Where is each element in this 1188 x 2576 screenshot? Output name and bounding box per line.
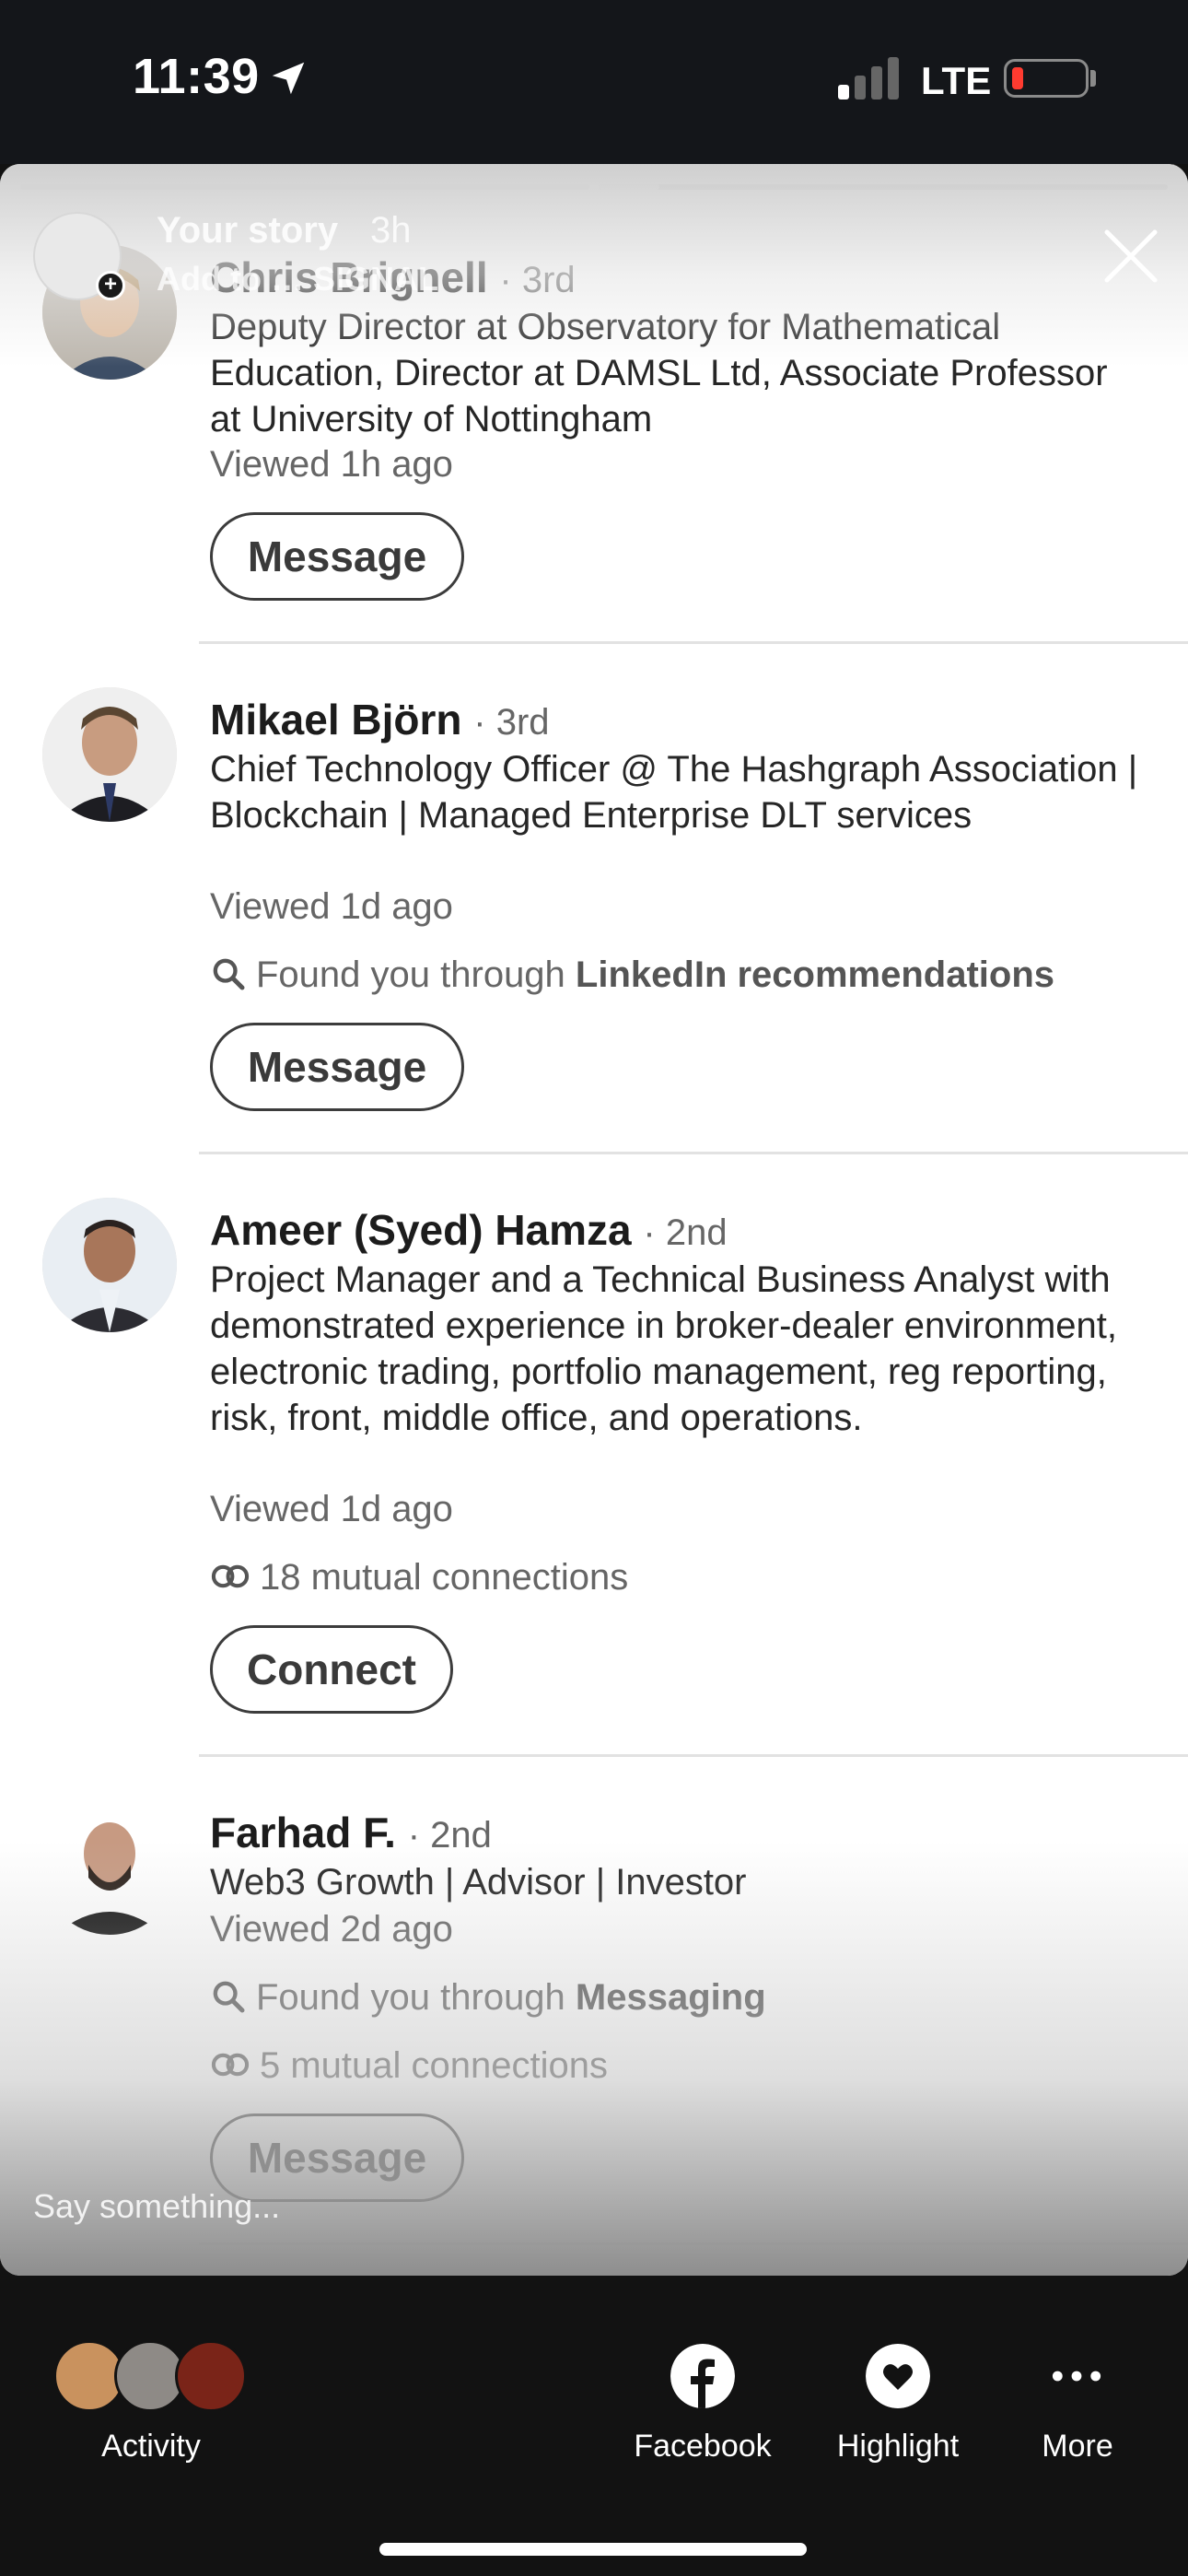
say-something-input[interactable]: Say something... (33, 2187, 280, 2226)
viewer-headline: Project Manager and a Technical Business… (210, 1259, 1117, 1438)
mutual-connections: 5 mutual connections (210, 2045, 608, 2087)
mutual-count: 18 mutual connections (260, 1557, 629, 1598)
mutual-connections-icon (211, 1564, 250, 1588)
story-subtitle[interactable]: Add to … SIGNAL (157, 260, 438, 299)
bottom-action-bar (0, 2276, 1188, 2576)
viewer-name-line: Ameer (Syed) Hamza · 2nd (210, 1205, 728, 1255)
mutual-count: 5 mutual connections (260, 2045, 609, 2086)
avatar[interactable] (42, 1800, 177, 1935)
story-progress (20, 184, 1168, 190)
viewer-name-line: Mikael Björn · 3rd (210, 695, 550, 744)
heart-icon[interactable] (866, 2344, 930, 2408)
avatar[interactable] (42, 1198, 177, 1332)
story-viewers-card: + Your story 3h Add to … SIGNAL Chris Br… (0, 164, 1188, 2276)
viewer-name[interactable]: Ameer (Syed) Hamza (210, 1206, 632, 1254)
found-source: LinkedIn recommendations (575, 954, 1055, 995)
mutual-connections-icon (211, 2053, 250, 2077)
message-button[interactable]: Message (210, 512, 464, 601)
viewer-headline: Deputy Director at Observatory for Mathe… (210, 307, 1108, 439)
viewed-time: Viewed 1d ago (210, 886, 453, 927)
add-story-icon[interactable]: + (96, 271, 125, 300)
avatar[interactable] (42, 687, 177, 822)
connect-button[interactable]: Connect (210, 1625, 453, 1714)
battery-nub (1090, 70, 1096, 87)
location-arrow-icon (272, 62, 305, 95)
close-icon[interactable] (1101, 227, 1160, 286)
connection-degree: · 2nd (643, 1212, 728, 1253)
more-label[interactable]: More (1022, 2429, 1133, 2465)
signal-icon (838, 57, 899, 100)
network-type: LTE (921, 59, 992, 102)
viewer-name[interactable]: Mikael Björn (210, 696, 462, 744)
activity-label[interactable]: Activity (77, 2429, 225, 2465)
found-prefix: Found you through (256, 954, 576, 995)
highlight-label[interactable]: Highlight (816, 2429, 980, 2465)
divider (199, 1754, 1188, 1757)
connection-degree: · 3rd (499, 260, 576, 300)
viewer-name-line: Farhad F. · 2nd (210, 1808, 492, 1857)
found-prefix: Found you through (256, 1977, 576, 2018)
battery-icon (1004, 59, 1089, 98)
activity-avatar[interactable] (175, 2340, 247, 2412)
connection-degree: · 2nd (407, 1815, 492, 1856)
more-dots-icon[interactable] (1052, 2370, 1101, 2383)
viewer-headline: Web3 Growth | Advisor | Investor (210, 1862, 747, 1903)
progress-segment-2 (599, 184, 1168, 190)
search-icon (213, 1981, 245, 2013)
viewer-name[interactable]: Farhad F. (210, 1809, 396, 1856)
viewed-time: Viewed 1d ago (210, 1489, 453, 1529)
search-icon (213, 958, 245, 990)
divider (199, 2242, 1188, 2245)
message-button[interactable]: Message (210, 1023, 464, 1111)
found-via: Found you through Messaging (210, 1977, 766, 2019)
home-indicator[interactable] (379, 2543, 807, 2556)
divider (199, 1152, 1188, 1154)
connection-degree: · 3rd (473, 702, 550, 743)
mutual-connections: 18 mutual connections (210, 1557, 628, 1598)
facebook-label[interactable]: Facebook (619, 2429, 786, 2465)
facebook-icon[interactable] (670, 2344, 735, 2408)
viewed-time: Viewed 2d ago (210, 1909, 453, 1950)
viewed-time: Viewed 1h ago (210, 444, 453, 485)
status-time: 11:39 (133, 49, 260, 104)
found-via: Found you through LinkedIn recommendatio… (210, 954, 1054, 996)
divider (199, 641, 1188, 644)
found-source: Messaging (575, 1977, 766, 2018)
viewer-headline: Chief Technology Officer @ The Hashgraph… (210, 749, 1138, 836)
story-owner-name: Your story (157, 210, 339, 251)
story-age: 3h (370, 210, 412, 251)
status-bar: 11:39 LTE (0, 0, 1188, 164)
progress-segment-1 (20, 184, 589, 190)
